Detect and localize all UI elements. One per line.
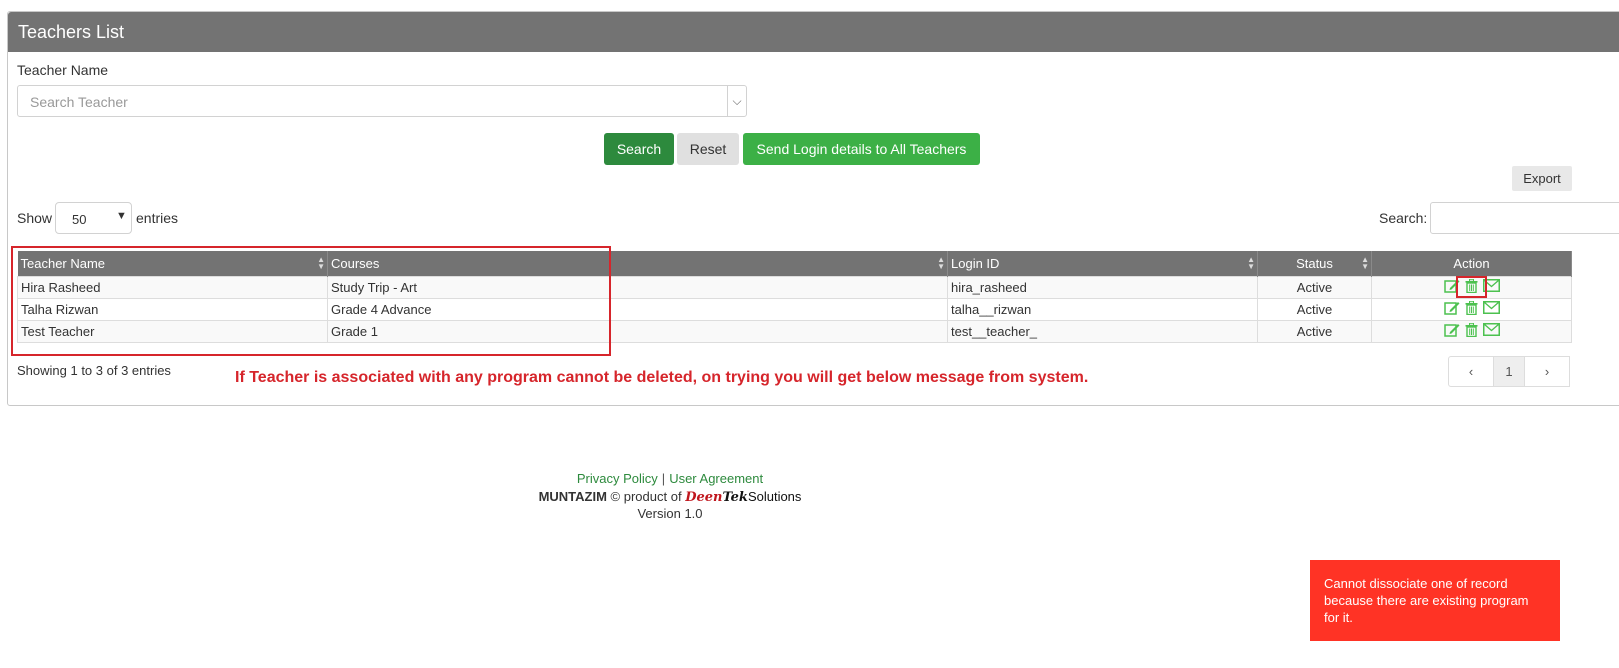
cell-login-id: hira_rasheed (947, 275, 1258, 299)
show-label: Show (17, 210, 53, 226)
annotation-warning-text: If Teacher is associated with any progra… (235, 369, 1089, 386)
cell-status: Active (1257, 319, 1372, 343)
col-header-status[interactable]: Status ▲ ▼ (1257, 251, 1372, 276)
col-header-action: Action (1371, 251, 1572, 276)
mail-icon[interactable] (1482, 301, 1500, 314)
sort-icon: ▲ ▼ (1361, 255, 1369, 271)
panel-title: Teachers List (8, 12, 1619, 52)
teacher-select-placeholder: Search Teacher (30, 94, 128, 110)
pagination-next-button[interactable]: › (1524, 356, 1570, 387)
trash-icon[interactable] (1465, 300, 1478, 315)
col-header-login-id[interactable]: Login ID ▲ ▼ (947, 251, 1258, 276)
trash-icon[interactable] (1465, 322, 1478, 337)
cell-login-id: talha__rizwan (947, 297, 1258, 321)
deentek-logo: DeenTekSolutions (685, 489, 802, 505)
entries-length-value: 50 (72, 212, 87, 227)
teacher-name-label: Teacher Name (17, 62, 109, 78)
logo-solutions: Solutions (747, 489, 802, 504)
cell-actions (1371, 319, 1572, 343)
footer-separator: | (661, 471, 666, 486)
teacher-select[interactable]: Search Teacher ⌵ (17, 85, 747, 117)
search-button[interactable]: Search (604, 133, 674, 165)
col-header-label: Login ID (951, 255, 1000, 271)
footer-version: Version 1.0 (637, 506, 703, 521)
product-of-text: © product of (610, 489, 682, 504)
logo-deen: Deen (685, 490, 723, 505)
table-search-input[interactable] (1430, 202, 1619, 234)
sort-icon: ▲ ▼ (1247, 255, 1255, 271)
caret-down-icon: ▼ (116, 210, 127, 222)
mail-icon[interactable] (1482, 323, 1500, 336)
edit-icon[interactable] (1443, 323, 1460, 337)
cell-login-id: test__teacher_ (947, 319, 1258, 343)
user-agreement-link[interactable]: User Agreement (669, 471, 763, 486)
chevron-down-icon[interactable]: ⌵ (727, 86, 746, 116)
pagination-page-1[interactable]: 1 (1493, 356, 1525, 387)
cell-status: Active (1257, 297, 1372, 321)
privacy-policy-link[interactable]: Privacy Policy (577, 471, 658, 486)
pagination-prev-button[interactable]: ‹ (1448, 356, 1494, 387)
reset-button[interactable]: Reset (677, 133, 739, 165)
sort-icon: ▲ ▼ (937, 255, 945, 271)
send-login-details-button[interactable]: Send Login details to All Teachers (743, 133, 980, 165)
table-search-label: Search: (1379, 210, 1428, 226)
entries-label: entries (136, 210, 179, 226)
table-info: Showing 1 to 3 of 3 entries (17, 363, 171, 378)
entries-length-select[interactable]: 50 ▼ (55, 202, 132, 234)
annotation-highlight-delete (1456, 276, 1487, 298)
footer-brand: MUNTAZIM © product of DeenTekSolutions (0, 489, 1340, 505)
col-header-label: Status (1296, 255, 1333, 271)
error-toast[interactable]: Cannot dissociate one of record because … (1310, 560, 1560, 641)
cell-status: Active (1257, 275, 1372, 299)
cell-actions (1371, 297, 1572, 321)
export-button[interactable]: Export (1512, 166, 1572, 191)
footer-links: Privacy Policy | User Agreement (0, 471, 1340, 486)
col-header-label: Action (1453, 255, 1490, 271)
brand-name: MUNTAZIM (538, 489, 607, 504)
logo-tek: Tek (722, 490, 748, 505)
edit-icon[interactable] (1443, 301, 1460, 315)
annotation-highlight-table (11, 246, 611, 356)
